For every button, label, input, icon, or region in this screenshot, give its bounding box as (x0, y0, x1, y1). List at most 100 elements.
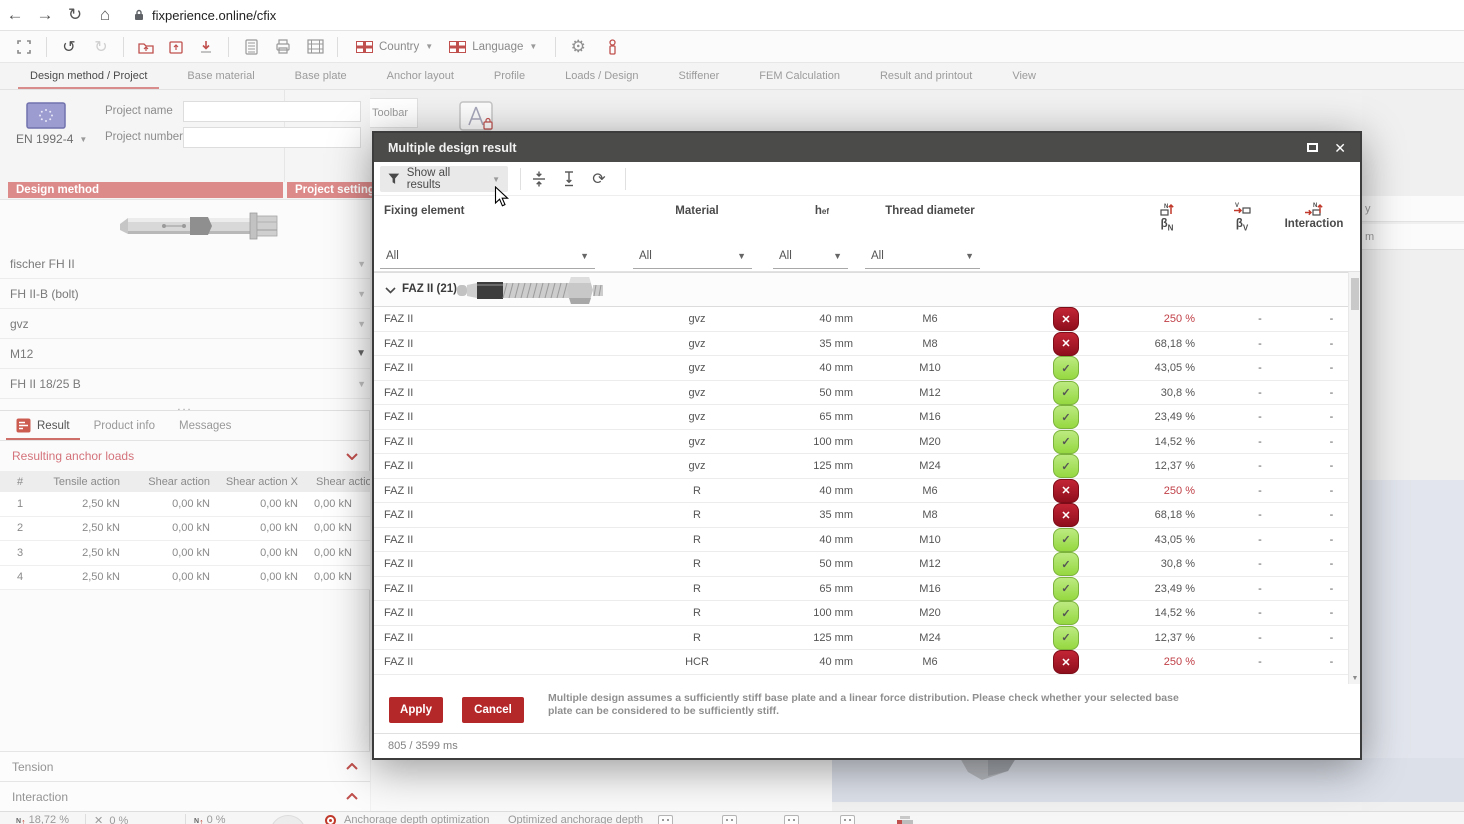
viewport-3d[interactable] (832, 758, 1464, 802)
chevron-down-icon: ▼ (425, 42, 434, 51)
menu-tab[interactable]: Anchor layout (367, 63, 474, 89)
save-project-icon[interactable] (164, 35, 188, 59)
beta-v-cell: - (1258, 582, 1262, 595)
results-group-row[interactable]: FAZ II (21) (374, 272, 1360, 307)
menu-tab[interactable]: Stiffener (658, 63, 739, 89)
shear-action: 0,00 kN (172, 522, 210, 535)
utilization-n-item: N ↑ 18,72 % (16, 814, 69, 824)
collapse-rows-icon[interactable] (529, 170, 549, 188)
fit-height-icon[interactable] (559, 170, 579, 188)
redo-icon[interactable]: ↻ (89, 35, 113, 59)
column-filter-dropdown[interactable]: All ▼ (865, 243, 980, 269)
chevron-down-icon[interactable] (385, 287, 396, 294)
result-row[interactable]: FAZ II R 65 mm M16 23,49 % - - (374, 576, 1360, 601)
scroll-down-icon[interactable]: ▼ (1349, 675, 1361, 682)
collapsible-section-header[interactable]: Interaction (0, 781, 370, 811)
anchor-select-rows: fischer FH II ▼ FH II-B (bolt) ▼ gvz ▼ M… (0, 249, 370, 399)
status-circle-button[interactable] (270, 815, 306, 824)
calculator-icon[interactable] (239, 35, 263, 59)
viewport-3d[interactable] (1362, 480, 1464, 802)
column-filter-dropdown[interactable]: All ▼ (633, 243, 752, 269)
report-icon[interactable] (303, 35, 327, 59)
result-row[interactable]: FAZ II R 40 mm M10 43,05 % - - (374, 527, 1360, 552)
anchor-number: 4 (16, 571, 24, 584)
collapsible-section-header[interactable]: Tension (0, 751, 370, 781)
menu-tab[interactable]: View (992, 63, 1056, 89)
filter-results-dropdown[interactable]: Show all results ▼ (380, 166, 508, 192)
result-tab[interactable]: Result (4, 411, 82, 440)
browser-back-icon[interactable]: ← (0, 5, 30, 25)
project-name-input[interactable] (183, 101, 361, 122)
download-icon[interactable] (194, 35, 218, 59)
filter-value: All (386, 249, 399, 262)
result-row[interactable]: FAZ II HCR 40 mm M6 250 % - - (374, 650, 1360, 675)
anchor-dropdown[interactable]: M12 ▼ (0, 339, 370, 369)
collapsible-sections: Tension Interaction (0, 751, 370, 811)
menu-tab[interactable]: Design method / Project (10, 63, 167, 89)
printer-icon[interactable] (271, 35, 295, 59)
close-icon[interactable]: ✕ (1334, 141, 1346, 155)
menu-tab[interactable]: FEM Calculation (739, 63, 860, 89)
result-tab[interactable]: Product info (82, 411, 167, 440)
result-row[interactable]: FAZ II gvz 40 mm M6 250 % - - (374, 307, 1360, 332)
undo-icon[interactable]: ↺ (57, 35, 81, 59)
chevron-up-icon[interactable] (346, 793, 358, 800)
resulting-loads-header[interactable]: Resulting anchor loads (0, 441, 370, 471)
chevron-down-icon[interactable] (346, 452, 358, 460)
results-scrollbar[interactable]: ▼ (1348, 272, 1360, 684)
fullscreen-icon[interactable] (12, 35, 36, 59)
anchor-number: 3 (16, 546, 24, 559)
background-partial-field: y (1362, 196, 1464, 222)
result-row[interactable]: FAZ II gvz 65 mm M16 23,49 % - - (374, 405, 1360, 430)
result-row[interactable]: FAZ II gvz 50 mm M12 30,8 % - - (374, 380, 1360, 405)
refresh-icon[interactable]: ⟳ (589, 170, 609, 188)
browser-home-icon[interactable]: ⌂ (90, 5, 120, 25)
panel-toggle-icon[interactable] (784, 815, 799, 824)
anchor-dropdown[interactable]: FH II 18/25 B ▼ (0, 369, 370, 399)
result-row[interactable]: FAZ II gvz 40 mm M10 43,05 % - - (374, 356, 1360, 381)
anchor-dropdown[interactable]: gvz ▼ (0, 309, 370, 339)
anchorage-optimization-icon[interactable] (325, 815, 336, 824)
menu-tab[interactable]: Loads / Design (545, 63, 658, 89)
column-filter-dropdown[interactable]: All ▼ (380, 243, 595, 269)
result-row[interactable]: FAZ II R 40 mm M6 250 % - - (374, 478, 1360, 503)
open-project-icon[interactable] (134, 35, 158, 59)
project-number-input[interactable] (183, 127, 361, 148)
results-table: FAZ II (21) FAZ II gvz 40 mm M6 ✕ 250 % … (374, 272, 1360, 684)
chevron-up-icon[interactable] (346, 763, 358, 770)
column-filter-dropdown[interactable]: All ▼ (773, 243, 848, 269)
language-select[interactable]: Language ▼ (441, 40, 545, 53)
anchor-dropdown[interactable]: fischer FH II ▼ (0, 249, 370, 279)
apply-button[interactable]: Apply (389, 697, 443, 723)
anchor-lock-icon[interactable] (600, 35, 624, 59)
result-row[interactable]: FAZ II R 100 mm M20 14,52 % - - (374, 601, 1360, 626)
scrollbar-thumb[interactable] (1351, 278, 1359, 310)
dialog-title-bar[interactable]: Multiple design result ✕ (374, 133, 1360, 162)
beta-v-cell: - (1258, 533, 1262, 546)
menu-tab[interactable]: Base material (167, 63, 274, 89)
result-row[interactable]: FAZ II R 125 mm M24 12,37 % - - (374, 625, 1360, 650)
result-row[interactable]: FAZ II gvz 35 mm M8 68,18 % - - (374, 331, 1360, 356)
menu-tab[interactable]: Profile (474, 63, 545, 89)
browser-forward-icon[interactable]: → (30, 5, 60, 25)
result-tab[interactable]: Messages (167, 411, 243, 440)
menu-tab[interactable]: Base plate (275, 63, 367, 89)
url-bar[interactable]: fixperience.online/cfix (134, 8, 276, 23)
layers-icon[interactable] (897, 816, 913, 824)
panel-toggle-icon[interactable] (722, 815, 737, 824)
panel-toggle-icon[interactable] (658, 815, 673, 824)
design-compass-icon[interactable] (458, 100, 496, 134)
result-row[interactable]: FAZ II R 50 mm M12 30,8 % - - (374, 552, 1360, 577)
maximize-icon[interactable] (1307, 143, 1319, 152)
country-select[interactable]: Country ▼ (348, 40, 441, 53)
cancel-button[interactable]: Cancel (462, 697, 524, 723)
result-row[interactable]: FAZ II gvz 100 mm M20 14,52 % - - (374, 429, 1360, 454)
anchor-dropdown[interactable]: FH II-B (bolt) ▼ (0, 279, 370, 309)
menu-tab[interactable]: Result and printout (860, 63, 992, 89)
result-row[interactable]: FAZ II R 35 mm M8 68,18 % - - (374, 503, 1360, 528)
gear-icon[interactable]: ⚙ (566, 35, 590, 59)
design-method-select[interactable]: EN 1992-4 ▼ (16, 132, 87, 146)
result-row[interactable]: FAZ II gvz 125 mm M24 12,37 % - - (374, 454, 1360, 479)
panel-toggle-icon[interactable] (840, 815, 855, 824)
browser-reload-icon[interactable]: ↻ (60, 5, 90, 25)
